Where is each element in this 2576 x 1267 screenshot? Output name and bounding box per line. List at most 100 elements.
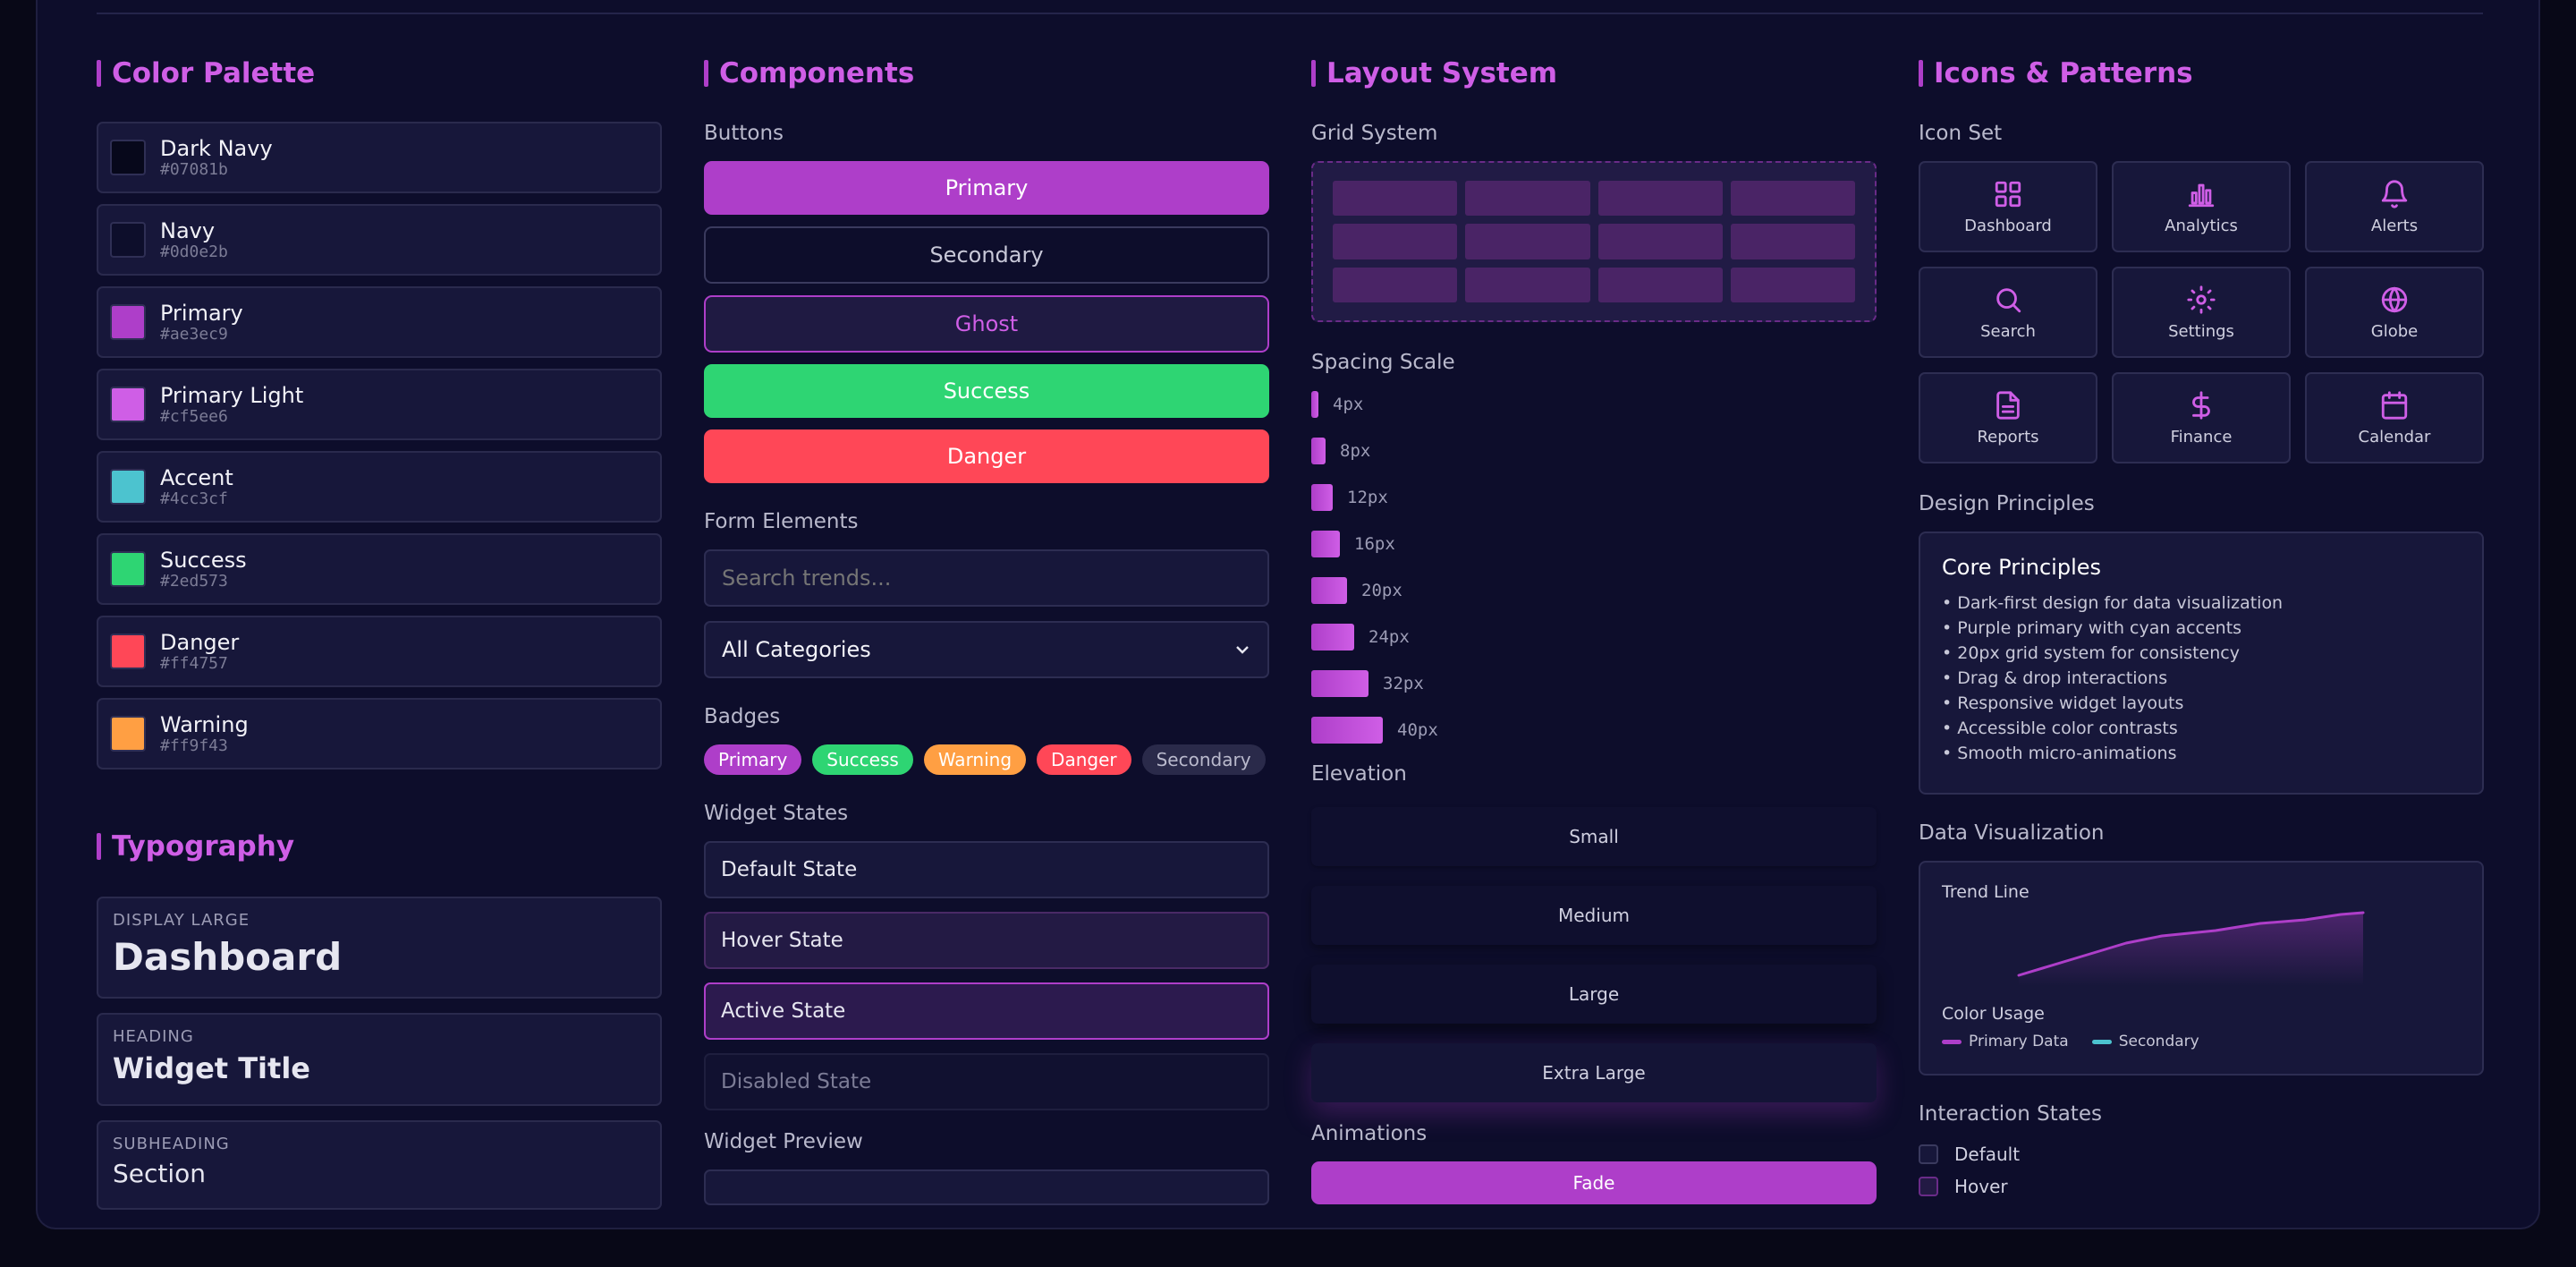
- swatch-hex: #ff9f43: [160, 736, 228, 755]
- select-value: All Categories: [722, 637, 871, 662]
- trend-title: Trend Line: [1942, 882, 2029, 902]
- spacing-row: 8px: [1311, 428, 1877, 474]
- swatch-hex: #4cc3cf: [160, 489, 228, 508]
- form-label: Form Elements: [704, 510, 859, 533]
- widget-preview[interactable]: [704, 1169, 1269, 1205]
- principles-list: • Dark-first design for data visualizati…: [1942, 591, 2461, 766]
- file-icon: [1996, 390, 2020, 420]
- fade-button[interactable]: Fade: [1311, 1161, 1877, 1204]
- spacing-row: 40px: [1311, 707, 1877, 753]
- search-input[interactable]: [704, 549, 1269, 607]
- spacing-value: 12px: [1347, 488, 1388, 507]
- icon-label: Calendar: [2358, 427, 2431, 446]
- icon-tile-search[interactable]: Search: [1919, 267, 2097, 358]
- icon-tile-finance[interactable]: Finance: [2112, 372, 2291, 463]
- icon-tile-alerts[interactable]: Alerts: [2305, 161, 2484, 252]
- grid-cell: [1465, 224, 1590, 259]
- swatch-3: Primary Light #cf5ee6: [97, 369, 662, 440]
- icon-label: Reports: [1977, 427, 2039, 446]
- swatch-name: Danger: [160, 630, 240, 655]
- success-button[interactable]: Success: [704, 364, 1269, 418]
- icon-tile-reports[interactable]: Reports: [1919, 372, 2097, 463]
- spacing-value: 16px: [1354, 534, 1395, 554]
- spacing-value: 24px: [1368, 627, 1410, 647]
- color-usage-label: Color Usage: [1942, 1004, 2045, 1024]
- primary-button[interactable]: Primary: [704, 161, 1269, 215]
- icon-label: Settings: [2168, 321, 2234, 341]
- grid-demo: [1311, 161, 1877, 322]
- principle-item: • Smooth micro-animations: [1942, 744, 2177, 763]
- checkbox-default[interactable]: Default: [1919, 1138, 2484, 1170]
- swatch-name: Accent: [160, 465, 233, 490]
- icon-tile-globe[interactable]: Globe: [2305, 267, 2484, 358]
- active-state-widget[interactable]: Active State: [704, 982, 1269, 1040]
- icon-label: Dashboard: [1964, 216, 2052, 235]
- swatch-hex: #cf5ee6: [160, 407, 228, 426]
- spacing-row: 4px: [1311, 381, 1877, 428]
- principle-item: • Purple primary with cyan accents: [1942, 618, 2242, 638]
- bell-icon: [2381, 180, 2408, 208]
- grid-cell: [1465, 267, 1590, 302]
- components-column: Components Buttons Primary Secondary Gho…: [704, 54, 1269, 1205]
- category-select[interactable]: All Categories: [704, 621, 1269, 678]
- checkbox-label: Hover: [1954, 1176, 2008, 1197]
- ghost-button[interactable]: Ghost: [704, 295, 1269, 353]
- icon-tile-calendar[interactable]: Calendar: [2305, 372, 2484, 463]
- checkbox-box[interactable]: [1919, 1144, 1938, 1164]
- icons-title: Icons & Patterns: [1919, 54, 2484, 93]
- swatch-name: Primary Light: [160, 383, 304, 408]
- globe-icon: [2381, 286, 2408, 312]
- checkbox-box[interactable]: [1919, 1177, 1938, 1196]
- principles-label: Design Principles: [1919, 492, 2095, 515]
- color-chip: [110, 387, 146, 422]
- grid-cell: [1730, 267, 1855, 302]
- swatch-6: Danger #ff4757: [97, 616, 662, 687]
- interaction-label: Interaction States: [1919, 1102, 2102, 1126]
- swatch-2: Primary #ae3ec9: [97, 286, 662, 358]
- grid-cell: [1333, 181, 1458, 217]
- dataviz-card: Trend Line Color Usage Primary Data Seco…: [1919, 861, 2484, 1076]
- layout-column: Layout System Grid System Spacing Scale …: [1311, 54, 1877, 1216]
- secondary-button[interactable]: Secondary: [704, 226, 1269, 284]
- type-display-text: Dashboard: [113, 935, 343, 979]
- icons-column: Icons & Patterns Icon Set Dashboard Anal…: [1919, 54, 2484, 1203]
- swatch-name: Dark Navy: [160, 136, 273, 161]
- icon-grid: Dashboard Analytics Alerts Search Settin…: [1919, 161, 2484, 463]
- states-label: Widget States: [704, 802, 849, 825]
- icon-tile-settings[interactable]: Settings: [2112, 267, 2291, 358]
- buttons-label: Buttons: [704, 122, 784, 145]
- icon-tile-analytics[interactable]: Analytics: [2112, 161, 2291, 252]
- spacing-bar: [1311, 438, 1326, 464]
- badge-secondary: Secondary: [1141, 744, 1266, 775]
- type-heading-text: Widget Title: [113, 1051, 310, 1085]
- trend-chart: [2017, 911, 2365, 986]
- danger-button[interactable]: Danger: [704, 429, 1269, 483]
- badge-primary: Primary: [704, 744, 802, 775]
- checkbox-hover[interactable]: Hover: [1919, 1170, 2484, 1203]
- type-label: HEADING: [113, 1027, 194, 1046]
- principle-item: • Responsive widget layouts: [1942, 693, 2184, 713]
- spacing-label: Spacing Scale: [1311, 351, 1455, 374]
- hover-state-widget[interactable]: Hover State: [704, 912, 1269, 969]
- swatch-0: Dark Navy #07081b: [97, 122, 662, 193]
- default-state-widget[interactable]: Default State: [704, 841, 1269, 898]
- color-chip: [110, 222, 146, 258]
- top-divider: [97, 13, 2483, 14]
- spacing-bar: [1311, 577, 1347, 604]
- spacing-value: 4px: [1333, 395, 1364, 414]
- swatch-list: Dark Navy #07081b Navy #0d0e2b Primary #ae3ec…: [97, 122, 662, 770]
- components-title: Components: [704, 54, 1269, 93]
- icon-tile-dashboard[interactable]: Dashboard: [1919, 161, 2097, 252]
- chart-legend: Primary Data Secondary: [1942, 1033, 2199, 1050]
- color-chip: [110, 304, 146, 340]
- color-chip: [110, 469, 146, 505]
- analytics-icon: [2188, 183, 2215, 207]
- legend-swatch: [1942, 1039, 1962, 1044]
- grid-cell: [1465, 181, 1590, 217]
- spacing-row: 16px: [1311, 521, 1877, 567]
- grid-cell: [1333, 224, 1458, 259]
- layout-title: Layout System: [1311, 54, 1877, 93]
- swatch-5: Success #2ed573: [97, 533, 662, 605]
- principles-title: Core Principles: [1942, 555, 2102, 580]
- swatch-hex: #0d0e2b: [160, 242, 228, 261]
